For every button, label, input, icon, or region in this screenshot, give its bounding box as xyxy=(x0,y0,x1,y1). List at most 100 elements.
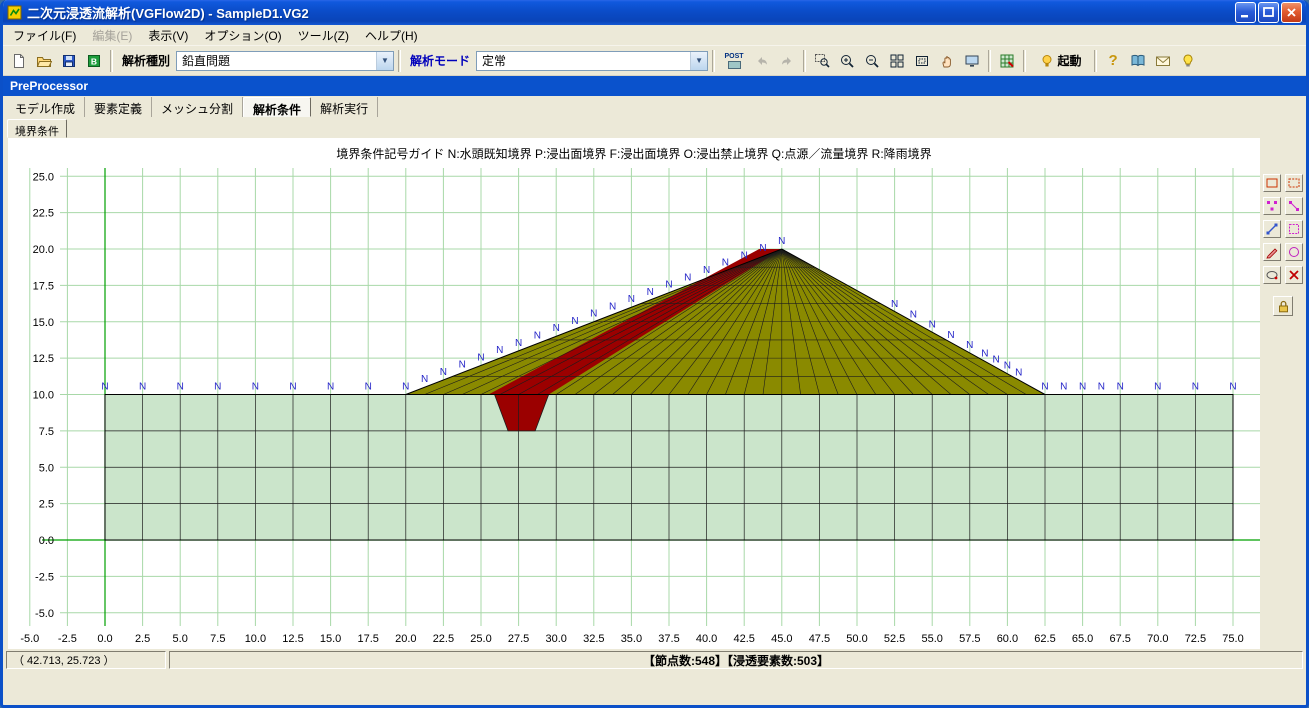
rect-select-icon xyxy=(1265,176,1279,190)
analysis-mode-select[interactable]: 定常 ▼ xyxy=(476,51,708,71)
tab-mesh-divide[interactable]: メッシュ分割 xyxy=(152,97,243,117)
tab-analysis-condition[interactable]: 解析条件 xyxy=(243,97,311,117)
menu-file[interactable]: ファイル(F) xyxy=(5,24,84,47)
tab-model-create[interactable]: モデル作成 xyxy=(6,97,85,117)
svg-text:32.5: 32.5 xyxy=(583,633,604,645)
open-file-button[interactable] xyxy=(32,49,56,73)
redraw-button[interactable] xyxy=(960,49,984,73)
close-button[interactable] xyxy=(1281,2,1302,23)
menu-view[interactable]: 表示(V) xyxy=(140,24,196,47)
svg-text:N: N xyxy=(778,236,785,247)
circle-select-tool[interactable] xyxy=(1285,243,1303,261)
svg-text:N: N xyxy=(1015,368,1022,379)
svg-text:N: N xyxy=(289,381,296,392)
delete-cross-tool[interactable] xyxy=(1285,266,1303,284)
svg-text:N: N xyxy=(459,360,466,371)
svg-text:N: N xyxy=(327,381,334,392)
mesh-check-button[interactable] xyxy=(995,49,1019,73)
tab-element-define[interactable]: 要素定義 xyxy=(85,97,152,117)
dropdown-arrow-icon[interactable]: ▼ xyxy=(376,52,393,70)
select-region-dashed-tool[interactable] xyxy=(1285,174,1303,192)
zoom-in-button[interactable] xyxy=(835,49,859,73)
toolbar-separator xyxy=(110,50,113,72)
mesh-counts: 【節点数:548】【浸透要素数:503】 xyxy=(169,651,1303,669)
pencil-edit-tool[interactable] xyxy=(1263,243,1281,261)
launch-label: 起動 xyxy=(1058,52,1082,69)
minimize-button[interactable] xyxy=(1235,2,1256,23)
new-file-button[interactable] xyxy=(7,49,31,73)
node-squares-icon xyxy=(1265,199,1279,213)
tips-button[interactable] xyxy=(1176,49,1200,73)
svg-text:22.5: 22.5 xyxy=(433,633,454,645)
zoom-out-icon xyxy=(864,53,880,69)
dropdown-arrow-icon[interactable]: ▼ xyxy=(690,52,707,70)
app-window: 二次元浸透流解析(VGFlow2D) - SampleD1.VG2 ファイル(F… xyxy=(0,0,1309,708)
svg-text:N: N xyxy=(628,294,635,305)
ellipse-select-tool[interactable] xyxy=(1263,266,1281,284)
analysis-type-value: 鉛直問題 xyxy=(177,52,376,69)
svg-text:15.0: 15.0 xyxy=(320,633,341,645)
svg-text:72.5: 72.5 xyxy=(1185,633,1206,645)
zoom-fit-button[interactable] xyxy=(885,49,909,73)
zoom-window-button[interactable] xyxy=(810,49,834,73)
svg-text:17.5: 17.5 xyxy=(357,633,378,645)
toolbar-separator xyxy=(803,50,806,72)
minimize-icon xyxy=(1239,6,1252,19)
svg-text:N: N xyxy=(590,309,597,320)
svg-text:N: N xyxy=(993,354,1000,365)
pan-button[interactable] xyxy=(935,49,959,73)
maximize-button[interactable] xyxy=(1258,2,1279,23)
launch-button[interactable]: 起動 xyxy=(1030,49,1090,73)
menu-help[interactable]: ヘルプ(H) xyxy=(357,24,426,47)
menu-option[interactable]: オプション(O) xyxy=(196,24,289,47)
mail-button[interactable] xyxy=(1151,49,1175,73)
svg-text:N: N xyxy=(722,258,729,269)
analysis-type-select[interactable]: 鉛直問題 ▼ xyxy=(176,51,394,71)
redo-icon xyxy=(779,53,795,69)
svg-text:N: N xyxy=(1041,381,1048,392)
node-link-tool[interactable] xyxy=(1285,197,1303,215)
post-processor-button[interactable]: POST xyxy=(719,49,749,73)
node-edit-tool[interactable] xyxy=(1263,197,1281,215)
manual-book-icon xyxy=(1130,53,1146,69)
manual-button[interactable] xyxy=(1126,49,1150,73)
toolbar-separator xyxy=(398,50,401,72)
mesh-check-icon xyxy=(999,53,1015,69)
svg-text:55.0: 55.0 xyxy=(921,633,942,645)
svg-text:N: N xyxy=(947,330,954,341)
svg-text:-2.5: -2.5 xyxy=(58,633,77,645)
region-dashed-tool[interactable] xyxy=(1285,220,1303,238)
svg-text:N: N xyxy=(534,330,541,341)
save-button[interactable] xyxy=(57,49,81,73)
rect-dashed-select-icon xyxy=(1287,176,1301,190)
svg-text:45.0: 45.0 xyxy=(771,633,792,645)
svg-text:30.0: 30.0 xyxy=(545,633,566,645)
svg-text:N: N xyxy=(440,367,447,378)
tab-boundary-condition[interactable]: 境界条件 xyxy=(7,119,67,138)
svg-text:5.0: 5.0 xyxy=(39,462,54,474)
lock-tool[interactable] xyxy=(1273,296,1293,316)
svg-text:N: N xyxy=(1229,381,1236,392)
main-area: -5.0-2.50.02.55.07.510.012.515.017.520.0… xyxy=(3,138,1306,649)
toolbar-separator xyxy=(1094,50,1097,72)
svg-text:N: N xyxy=(891,299,898,310)
mesh-plot[interactable]: -5.0-2.50.02.55.07.510.012.515.017.520.0… xyxy=(8,138,1260,649)
svg-text:52.5: 52.5 xyxy=(884,633,905,645)
svg-text:N: N xyxy=(1098,381,1105,392)
svg-text:15.0: 15.0 xyxy=(33,317,54,329)
svg-text:2.5: 2.5 xyxy=(135,633,150,645)
zoom-out-button[interactable] xyxy=(860,49,884,73)
zoom-extents-button[interactable] xyxy=(910,49,934,73)
select-region-rect-tool[interactable] xyxy=(1263,174,1281,192)
svg-text:70.0: 70.0 xyxy=(1147,633,1168,645)
menu-tool[interactable]: ツール(Z) xyxy=(290,24,357,47)
draw-line-tool[interactable] xyxy=(1263,220,1281,238)
image-export-button[interactable]: B xyxy=(82,49,106,73)
svg-text:N: N xyxy=(665,280,672,291)
svg-text:12.5: 12.5 xyxy=(33,353,54,365)
title-bar[interactable]: 二次元浸透流解析(VGFlow2D) - SampleD1.VG2 xyxy=(3,0,1306,25)
svg-text:37.5: 37.5 xyxy=(658,633,679,645)
tab-analysis-run[interactable]: 解析実行 xyxy=(311,97,378,117)
help-button[interactable]: ? xyxy=(1101,49,1125,73)
model-canvas[interactable]: -5.0-2.50.02.55.07.510.012.515.017.520.0… xyxy=(8,138,1260,649)
